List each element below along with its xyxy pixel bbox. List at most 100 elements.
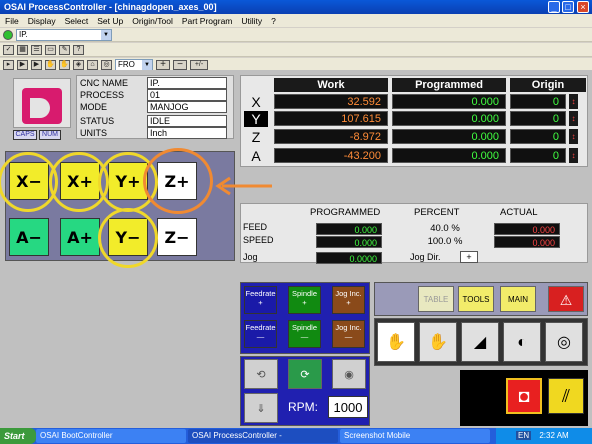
jog-a-minus-button[interactable]: A−	[9, 218, 49, 256]
spindle-plus-button[interactable]: Spindle +	[288, 286, 321, 314]
menu-help[interactable]: ?	[271, 16, 276, 26]
maximize-button[interactable]: □	[562, 1, 574, 13]
jog-inc-plus-button[interactable]: Jog Inc. +	[332, 286, 365, 314]
rpm-input[interactable]: 1000	[328, 396, 368, 418]
spindle-stop-icon[interactable]: ◉	[332, 359, 366, 389]
speed-percent-value: 100.0 %	[427, 236, 463, 247]
main-button[interactable]: MAIN	[500, 286, 536, 312]
menu-display[interactable]: Display	[28, 16, 56, 26]
jog-dir-value[interactable]: +	[460, 251, 478, 263]
axis-arrow-icon: ↕	[569, 94, 578, 109]
cycle-start-icon[interactable]: ◘	[506, 378, 542, 414]
task-boot-controller[interactable]: OSAI BootController	[36, 429, 186, 443]
menu-utility[interactable]: Utility	[241, 16, 262, 26]
grid-icon[interactable]: ▦	[17, 44, 28, 55]
axis-arrow-icon: ↕	[569, 148, 578, 163]
minimize-button[interactable]: _	[548, 1, 560, 13]
auto-mode-icon[interactable]: ◎	[545, 322, 583, 362]
edit-icon[interactable]: ✎	[59, 44, 70, 55]
table-button[interactable]: TABLE	[418, 286, 454, 312]
process-label: PROCESS	[80, 90, 125, 100]
chevron-down-icon[interactable]: ▼	[101, 29, 111, 40]
spindle-minus-button[interactable]: Spindle —	[288, 320, 321, 348]
menu-origin-tool[interactable]: Origin/Tool	[132, 16, 173, 26]
check-icon[interactable]: ✓	[3, 44, 14, 55]
chevron-down-icon[interactable]: ▼	[142, 59, 152, 70]
process-select[interactable]: IP. ▼	[16, 28, 112, 41]
menu-part-program[interactable]: Part Program	[182, 16, 233, 26]
status-light-icon	[3, 29, 13, 40]
menu-setup[interactable]: Set Up	[97, 16, 123, 26]
programmed-value-a: 0.000	[392, 148, 506, 163]
feedrate-plus-button[interactable]: Feedrate +	[244, 286, 277, 314]
axis-label-y[interactable]: Y	[244, 111, 268, 127]
language-indicator[interactable]: EN	[516, 431, 532, 440]
feed-label: FEED	[243, 222, 268, 232]
jog-mode-icon[interactable]: ✋	[377, 322, 415, 362]
decrease-button[interactable]: −	[173, 59, 187, 70]
cnc-name-label: CNC NAME	[80, 78, 129, 88]
increase-button[interactable]: +	[156, 59, 170, 70]
alarm-icon[interactable]: ⚠	[548, 286, 584, 312]
mode-value: MANJOG	[147, 101, 227, 113]
tool-change-icon[interactable]: ⇓	[244, 393, 278, 423]
start-button[interactable]: Start	[0, 428, 36, 444]
work-value-z: -8.972	[274, 129, 388, 144]
menu-select[interactable]: Select	[65, 16, 89, 26]
axis-label-a[interactable]: A	[244, 148, 268, 164]
actual-column-header: ACTUAL	[500, 207, 538, 218]
ref-icon[interactable]: ◈	[73, 59, 84, 70]
handwheel-icon[interactable]: ◢	[461, 322, 499, 362]
num-lock-indicator: NUM	[39, 130, 61, 140]
programmed-header: Programmed	[392, 78, 506, 92]
probe-icon[interactable]: ◎	[101, 59, 112, 70]
speed-programmed-value: 0.000	[316, 236, 382, 248]
close-button[interactable]: ×	[577, 1, 589, 13]
jog-a-plus-button[interactable]: A+	[60, 218, 100, 256]
menu-file[interactable]: File	[5, 16, 19, 26]
axis-label-x[interactable]: X	[244, 94, 268, 110]
mode-label: MODE	[80, 102, 107, 112]
status-value: IDLE	[147, 115, 227, 127]
help-pointer-icon[interactable]: ?	[73, 44, 84, 55]
feedrate-minus-button[interactable]: Feedrate —	[244, 320, 277, 348]
task-process-controller[interactable]: OSAI ProcessController - [chinagdopen_ax…	[188, 429, 338, 443]
jog-incremental-icon[interactable]: ✋	[419, 322, 457, 362]
list-icon[interactable]: ☰	[31, 44, 42, 55]
feed-hold-icon[interactable]: ⫽	[548, 378, 584, 414]
jog-hand2-icon[interactable]: ✋	[59, 59, 70, 70]
window-title-bar[interactable]: OSAI ProcessController - [chinagdopen_ax…	[0, 0, 592, 14]
feed-programmed-value: 0.000	[316, 223, 382, 235]
task-screenshot-mobile[interactable]: Screenshot Mobile	[340, 429, 490, 443]
work-value-x: 32.592	[274, 94, 388, 109]
logo-inner	[30, 98, 50, 118]
pointer-arrow-icon	[215, 176, 272, 196]
step-icon[interactable]: ▸	[3, 59, 14, 70]
toggle-sign-button[interactable]: +/-	[190, 59, 208, 70]
run-block-icon[interactable]: ▶	[31, 59, 42, 70]
home-icon[interactable]: ⌂	[87, 59, 98, 70]
axis-arrow-icon: ↕	[569, 129, 578, 144]
axis-label-z[interactable]: Z	[244, 129, 268, 145]
origin-value-z: 0	[510, 129, 566, 144]
spindle-ccw-icon[interactable]: ⟲	[244, 359, 278, 389]
folder-icon[interactable]: ▭	[45, 44, 56, 55]
tools-button[interactable]: TOOLS	[458, 286, 494, 312]
feed-override-select[interactable]: FRO ▼	[115, 58, 153, 71]
cnc-name-value: IP.	[147, 77, 227, 89]
jog-label: Jog	[243, 252, 258, 262]
spindle-cw-icon[interactable]: ⟳	[288, 359, 322, 389]
caps-lock-indicator: CAPS	[13, 130, 37, 140]
programmed-column-header: PROGRAMMED	[310, 207, 381, 218]
feed-actual-value: 0.000	[494, 223, 560, 235]
process-select-value: IP.	[19, 29, 28, 39]
feed-percent-value: 40.0 %	[430, 223, 460, 234]
highlight-ring	[98, 208, 158, 268]
jog-inc-minus-button[interactable]: Jog Inc. —	[332, 320, 365, 348]
jog-hand-icon[interactable]: ✋	[45, 59, 56, 70]
system-tray: EN 2:32 AM	[496, 428, 592, 444]
percent-column-header: PERCENT	[414, 207, 460, 218]
jog-z-minus-button[interactable]: Z−	[157, 218, 197, 256]
run-icon[interactable]: ▶	[17, 59, 28, 70]
home-mode-icon[interactable]: ◐	[503, 322, 541, 362]
